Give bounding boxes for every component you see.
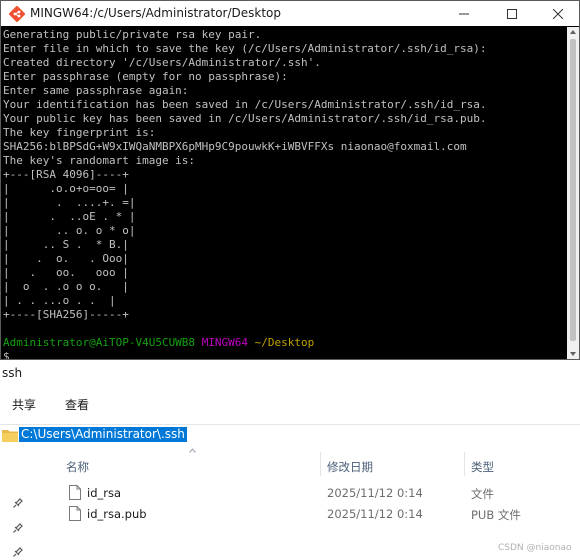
pin-icon[interactable] (13, 498, 23, 508)
tab-share[interactable]: 共享 (12, 396, 36, 413)
terminal-line: Enter same passphrase again: (3, 84, 189, 97)
terminal-line: Enter passphrase (empty for no passphras… (3, 70, 288, 83)
terminal-output[interactable]: Generating public/private rsa key pair. … (1, 27, 567, 359)
column-header-name[interactable]: 名称 (66, 459, 89, 475)
pin-icon[interactable] (13, 547, 23, 557)
watermark: CSDN @niaonao (498, 543, 572, 553)
scroll-down-arrow-icon[interactable] (570, 352, 576, 356)
file-date: 2025/11/12 0:14 (327, 507, 423, 521)
folder-icon (2, 430, 18, 442)
terminal-line: The key's randomart image is: (3, 154, 196, 167)
scroll-thumb[interactable] (570, 39, 576, 341)
randomart-line: | .. S . * B.| (3, 238, 129, 251)
git-bash-icon (9, 6, 25, 22)
maximize-button[interactable] (489, 1, 535, 26)
close-icon (553, 8, 563, 19)
randomart-line: +----[SHA256]-----+ (3, 308, 129, 321)
pin-icon[interactable] (13, 523, 23, 533)
column-header-date[interactable]: 修改日期 (327, 459, 373, 475)
prompt-msystem: MINGW64 (201, 336, 249, 349)
shell-prompt: Administrator@AiTOP-V4U5CUWB8 MINGW64 ~/… (3, 336, 314, 350)
file-row[interactable]: id_rsa 2025/11/12 0:14 文件 (44, 483, 580, 504)
terminal-window: MINGW64:/c/Users/Administrator/Desktop G… (0, 0, 580, 360)
navigation-pane (0, 446, 30, 560)
prompt-user-host: Administrator@AiTOP-V4U5CUWB8 (3, 336, 196, 349)
file-icon (69, 485, 81, 500)
file-date: 2025/11/12 0:14 (327, 486, 423, 500)
close-button[interactable] (535, 1, 580, 26)
file-row[interactable]: id_rsa.pub 2025/11/12 0:14 PUB 文件 (44, 504, 580, 525)
randomart-line: | . oo. ooo | (3, 266, 129, 279)
randomart-line: | . . ...o . . | (3, 294, 116, 307)
scroll-up-arrow-icon[interactable] (570, 30, 576, 34)
file-icon (69, 506, 81, 521)
terminal-line: Generating public/private rsa key pair. (3, 28, 262, 41)
randomart-line: | .. o. o * o| (3, 224, 136, 237)
terminal-line: SHA256:blBPSdG+W9xIWQaNMBPX6pMHp9C9pouwk… (3, 140, 467, 153)
address-input[interactable]: C:\Users\Administrator\.ssh (19, 427, 187, 442)
address-bar[interactable]: C:\Users\Administrator\.ssh (0, 424, 580, 445)
maximize-icon (507, 8, 517, 19)
prompt-path: ~/Desktop (254, 336, 315, 349)
randomart-line: | . ....+. =| (3, 196, 136, 209)
terminal-scrollbar[interactable] (567, 27, 579, 359)
minimize-icon (459, 13, 469, 14)
randomart-line: | . ..oE . * | (3, 210, 136, 223)
column-header-type[interactable]: 类型 (471, 459, 494, 475)
file-name: id_rsa (87, 486, 122, 500)
terminal-line: Created directory '/c/Users/Administrato… (3, 56, 321, 69)
minimize-button[interactable] (441, 1, 487, 26)
explorer-title: ssh (2, 366, 23, 380)
file-type: PUB 文件 (471, 508, 521, 522)
terminal-line: Your public key has been saved in /c/Use… (3, 112, 487, 125)
column-divider[interactable] (464, 452, 465, 476)
column-divider[interactable] (320, 452, 321, 476)
tab-view[interactable]: 查看 (65, 396, 89, 413)
terminal-line: Your identification has been saved in /c… (3, 98, 487, 111)
terminal-line: The key fingerprint is: (3, 126, 156, 139)
randomart-line: | . o. . Ooo| (3, 252, 129, 265)
terminal-title: MINGW64:/c/Users/Administrator/Desktop (30, 6, 282, 20)
terminal-titlebar[interactable]: MINGW64:/c/Users/Administrator/Desktop (1, 1, 579, 26)
prompt-symbol[interactable]: $ (3, 350, 10, 359)
randomart-line: +---[RSA 4096]----+ (3, 168, 129, 181)
terminal-line: Enter file in which to save the key (/c/… (3, 42, 487, 55)
randomart-line: | o . .o o o. | (3, 280, 129, 293)
sort-caret-icon (189, 448, 196, 453)
file-type: 文件 (471, 487, 494, 501)
randomart-line: | .o.o+o=oo= | (3, 182, 129, 195)
file-name: id_rsa.pub (87, 507, 147, 521)
file-explorer: ssh 共享 查看 C:\Users\Administrator\.ssh 名称… (0, 360, 580, 560)
